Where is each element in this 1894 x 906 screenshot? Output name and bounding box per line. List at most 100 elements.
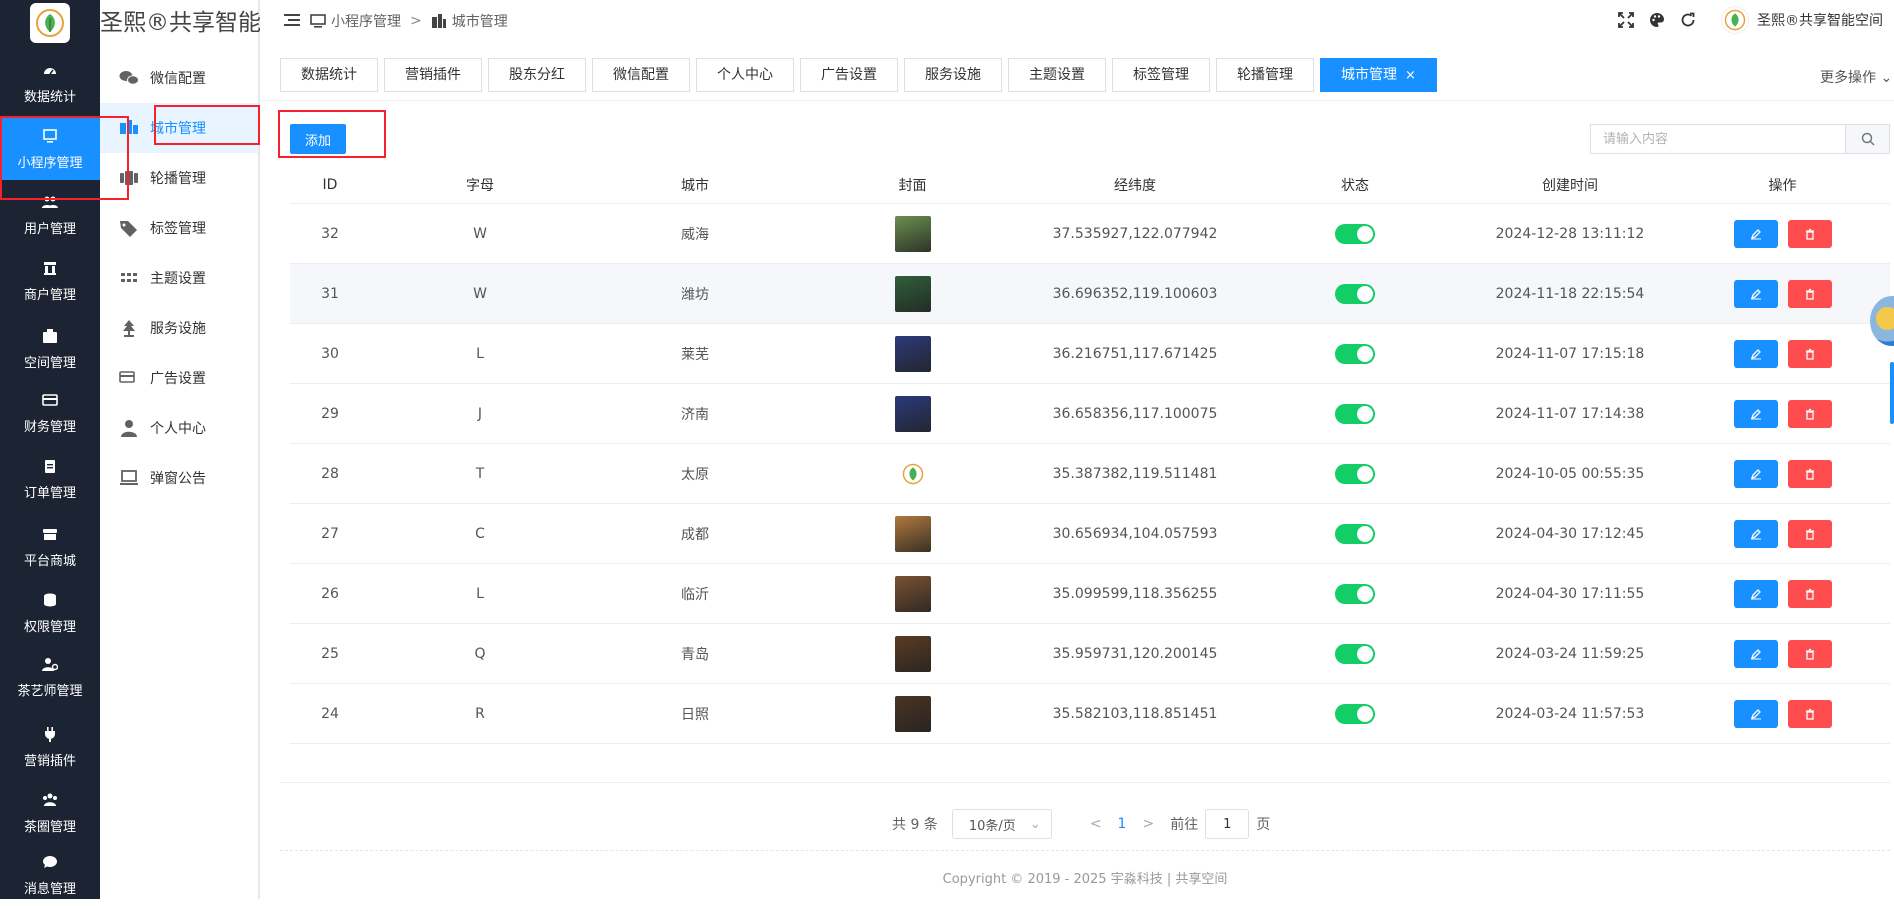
submenu-item-0[interactable]: 微信配置: [100, 53, 258, 103]
rail-item-6[interactable]: 订单管理: [0, 446, 100, 510]
user-gear-icon: [42, 658, 58, 671]
submenu-item-8[interactable]: 弹窗公告: [100, 453, 258, 503]
status-toggle[interactable]: [1335, 703, 1375, 724]
box-icon: [43, 329, 57, 343]
edit-button[interactable]: [1733, 699, 1778, 728]
search-button[interactable]: [1845, 124, 1890, 154]
delete-button[interactable]: [1787, 399, 1832, 428]
user-menu[interactable]: 圣熙®共享智能空间: [1721, 6, 1883, 34]
breadcrumb-parent[interactable]: 小程序管理: [331, 11, 401, 31]
city-table: ID 字母 城市 封面 经纬度 状态 创建时间 操作 32 W 威海 37.535927,12…: [290, 166, 1890, 744]
rail-item-0[interactable]: 数据统计: [0, 50, 100, 114]
rail-item-1[interactable]: 小程序管理: [0, 116, 100, 180]
edit-button[interactable]: [1733, 339, 1778, 368]
next-page-button[interactable]: >: [1142, 816, 1154, 832]
submenu-item-label: 服务设施: [150, 321, 206, 337]
tab-6[interactable]: 服务设施: [904, 58, 1002, 92]
rail-item-11[interactable]: 茶圈管理: [0, 780, 100, 844]
status-toggle[interactable]: [1335, 463, 1375, 484]
submenu-item-2[interactable]: 轮播管理: [100, 153, 258, 203]
fullscreen-icon[interactable]: [1618, 12, 1634, 32]
tab-5[interactable]: 广告设置: [800, 58, 898, 92]
status-toggle[interactable]: [1335, 403, 1375, 424]
floating-side-handle[interactable]: [1890, 362, 1894, 424]
user-avatar[interactable]: [1721, 6, 1749, 34]
edit-button[interactable]: [1733, 459, 1778, 488]
page-number-current[interactable]: 1: [1118, 816, 1127, 832]
tab-active[interactable]: 城市管理 ×: [1320, 58, 1437, 92]
submenu-item-1[interactable]: 城市管理: [100, 103, 258, 153]
status-toggle[interactable]: [1335, 223, 1375, 244]
refresh-icon[interactable]: [1680, 12, 1696, 32]
tab-4[interactable]: 个人中心: [696, 58, 794, 92]
delete-button[interactable]: [1787, 459, 1832, 488]
delete-button[interactable]: [1787, 639, 1832, 668]
delete-button[interactable]: [1787, 699, 1832, 728]
rail-item-10[interactable]: 营销插件: [0, 714, 100, 778]
rail-item-2[interactable]: 用户管理: [0, 182, 100, 246]
submenu-item-4[interactable]: 主题设置: [100, 253, 258, 303]
theme-palette-icon[interactable]: [1649, 12, 1665, 32]
delete-button[interactable]: [1787, 219, 1832, 248]
column-header: 操作: [1768, 177, 1797, 194]
delete-button[interactable]: [1787, 279, 1832, 308]
tab-9[interactable]: 轮播管理: [1216, 58, 1314, 92]
delete-button[interactable]: [1787, 339, 1832, 368]
add-button[interactable]: 添加: [290, 124, 346, 154]
goto-page-input[interactable]: 1: [1205, 809, 1250, 839]
tree-icon: [123, 320, 135, 337]
tab-8[interactable]: 标签管理: [1112, 58, 1210, 92]
submenu-item-6[interactable]: 广告设置: [100, 353, 258, 403]
edit-button[interactable]: [1733, 399, 1778, 428]
status-toggle[interactable]: [1335, 343, 1375, 364]
person-icon: [121, 420, 137, 437]
rail-item-label: 用户管理: [23, 222, 76, 237]
cell-city: 莱芜: [681, 346, 709, 363]
tab-0[interactable]: 数据统计: [280, 58, 378, 92]
table-row: 27 C 成都 30.656934,104.057593 2024-04-30 …: [290, 504, 1890, 564]
status-toggle[interactable]: [1335, 283, 1375, 304]
edit-button[interactable]: [1733, 579, 1778, 608]
tab-2[interactable]: 股东分红: [488, 58, 586, 92]
rail-item-label: 商户管理: [23, 288, 76, 303]
rail-item-12[interactable]: 消息管理: [0, 842, 100, 906]
cell-cover: [800, 635, 1025, 672]
menu-toggle-icon[interactable]: [284, 13, 300, 31]
edit-button[interactable]: [1733, 639, 1778, 668]
edit-button[interactable]: [1733, 279, 1778, 308]
more-operations-dropdown[interactable]: 更多操作 ⌄: [1820, 67, 1892, 87]
close-icon[interactable]: ×: [1405, 68, 1416, 83]
rail-item-9[interactable]: 茶艺师管理: [0, 644, 100, 708]
database-icon: [44, 593, 56, 607]
delete-button[interactable]: [1787, 579, 1832, 608]
status-toggle[interactable]: [1335, 643, 1375, 664]
laptop-icon: [120, 470, 138, 485]
prev-page-button[interactable]: <: [1090, 816, 1102, 832]
rail-item-label: 营销插件: [23, 754, 76, 769]
submenu-item-7[interactable]: 个人中心: [100, 403, 258, 453]
rail-item-4[interactable]: 空间管理: [0, 316, 100, 380]
submenu-item-3[interactable]: 标签管理: [100, 203, 258, 253]
goto-suffix: 页: [1256, 817, 1271, 833]
rail-item-8[interactable]: 权限管理: [0, 580, 100, 644]
rail-item-3[interactable]: 商户管理: [0, 248, 100, 312]
tab-1[interactable]: 营销插件: [384, 58, 482, 92]
rail-item-label: 平台商城: [23, 554, 76, 569]
search-input[interactable]: [1590, 124, 1845, 154]
edit-button[interactable]: [1733, 219, 1778, 248]
edit-button[interactable]: [1733, 519, 1778, 548]
tab-3[interactable]: 微信配置: [592, 58, 690, 92]
rail-item-5[interactable]: 财务管理: [0, 380, 100, 444]
status-toggle[interactable]: [1335, 523, 1375, 544]
cell-letter: L: [476, 585, 484, 602]
status-toggle[interactable]: [1335, 583, 1375, 604]
rail-item-7[interactable]: 平台商城: [0, 514, 100, 578]
user-name[interactable]: 圣熙®共享智能空间: [1757, 10, 1883, 30]
page-size-select[interactable]: 10条/页 ⌄: [951, 809, 1052, 839]
submenu-item-5[interactable]: 服务设施: [100, 303, 258, 353]
pencil-icon: [1750, 408, 1761, 419]
cell-created: 2024-04-30 17:12:45: [1495, 525, 1645, 542]
cell-city: 临沂: [681, 586, 709, 603]
delete-button[interactable]: [1787, 519, 1832, 548]
tab-7[interactable]: 主题设置: [1008, 58, 1106, 92]
